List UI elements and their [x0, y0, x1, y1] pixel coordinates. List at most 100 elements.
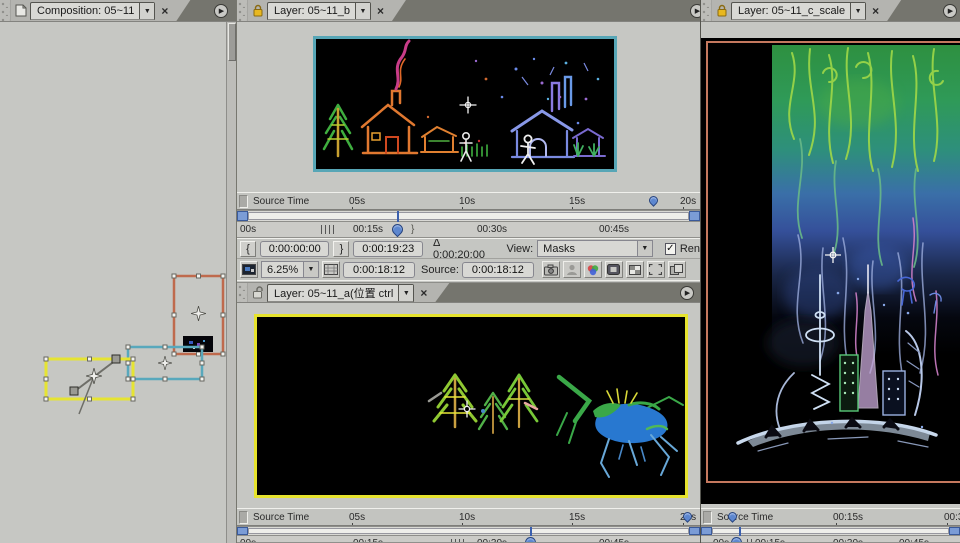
composition-page-icon [13, 4, 28, 18]
pixel-aspect-icon[interactable] [668, 261, 686, 278]
trees-grasshopper-art [257, 317, 685, 495]
panel-grip[interactable] [701, 0, 712, 21]
in-point-button[interactable]: { [240, 241, 256, 257]
tab-layer-a[interactable]: Layer: 05~11_a(位置 ctrl ▼ [267, 284, 414, 302]
out-point-button[interactable]: } [333, 241, 349, 257]
dropdown-arrow-icon[interactable]: ▼ [303, 262, 318, 277]
panel-menu-icon[interactable]: ▶ [680, 286, 694, 300]
nav-handle-right[interactable] [689, 527, 700, 535]
current-time-field[interactable]: 0:00:18:12 [343, 262, 415, 278]
timeline-label: 00:45s [599, 538, 629, 543]
layer-c-image[interactable] [706, 41, 960, 483]
current-time-pin[interactable] [390, 222, 406, 237]
magnification-dropdown[interactable]: 6.25% ▼ [261, 261, 319, 278]
work-area-end-icon[interactable]: } [411, 224, 414, 235]
layer-a-time-ruler[interactable]: Source Time 05s 10s 15s 20s [237, 508, 700, 526]
marker-ticks [451, 539, 464, 543]
colorspace-icon[interactable] [605, 261, 623, 278]
render-label: Ren [680, 243, 700, 255]
motion-path[interactable] [70, 355, 120, 414]
tab-close-icon[interactable]: × [155, 4, 174, 18]
layer-c-nav-bar[interactable] [701, 526, 960, 536]
out-time-field[interactable]: 0:00:19:23 [353, 241, 422, 257]
tab-well [435, 283, 700, 302]
tab-layer-b[interactable]: Layer: 05~11_b ▼ [267, 2, 371, 20]
nav-track[interactable] [248, 528, 689, 534]
layer-c-time-ruler[interactable]: Source Time 00:15s 00:3 [701, 508, 960, 526]
nav-handle-right[interactable] [689, 211, 700, 221]
scrollbar-thumb[interactable] [228, 23, 236, 61]
after-effects-workspace: Composition: 05~11 ▼ × ▶ [0, 0, 960, 543]
panel-menu-icon[interactable]: ▶ [690, 4, 700, 18]
layer-a-viewer[interactable] [237, 303, 700, 508]
region-of-interest-icon[interactable] [647, 261, 665, 278]
source-time-label: Source Time [717, 512, 773, 523]
comp-marker-icon[interactable] [647, 194, 660, 207]
timeline-label: 00:45s [599, 224, 629, 235]
tab-dropdown-icon[interactable]: ▼ [850, 3, 865, 19]
snapshot-camera-icon[interactable] [542, 261, 560, 278]
tab-dropdown-icon[interactable]: ▼ [355, 3, 370, 19]
nav-handle-left[interactable] [237, 211, 248, 221]
view-options-icon[interactable] [240, 261, 258, 278]
layer-b-nav-bar[interactable] [237, 210, 700, 222]
tab-close-icon[interactable]: × [371, 4, 390, 18]
ruler-grip[interactable] [239, 195, 248, 208]
tab-dropdown-icon[interactable]: ▼ [398, 285, 413, 301]
composition-viewer[interactable] [0, 22, 236, 543]
layer-a-image[interactable] [254, 314, 688, 498]
nav-track[interactable] [712, 528, 949, 534]
keyframe-box [112, 355, 120, 363]
ruler-tick: 00:15s [833, 512, 863, 523]
current-time-pin[interactable] [523, 536, 539, 543]
transparency-grid-icon[interactable] [626, 261, 644, 278]
right-panel: Layer: 05~11_c_scale ▼ × ▶ [700, 0, 960, 543]
current-time-pin[interactable] [729, 536, 745, 543]
tab-composition-label: Composition: 05~11 [37, 5, 139, 17]
grid-guides-icon[interactable] [322, 261, 340, 278]
tab-composition[interactable]: Composition: 05~11 ▼ [30, 2, 155, 20]
show-snapshot-icon[interactable] [563, 261, 581, 278]
panel-menu-icon[interactable]: ▶ [214, 4, 228, 18]
view-dropdown[interactable]: Masks ▼ [537, 240, 653, 257]
panel-grip[interactable] [0, 0, 11, 21]
tab-close-icon[interactable]: × [866, 4, 885, 18]
timeline-label: 00s [713, 538, 729, 543]
layer-c-viewer[interactable] [701, 22, 960, 508]
layer-b-viewer[interactable] [237, 22, 700, 192]
in-time-field[interactable]: 0:00:00:00 [260, 241, 329, 257]
layer-a-timeline[interactable]: 00s 00:15s 00:30s 00:45s [237, 536, 700, 543]
layer-a-nav-bar[interactable] [237, 526, 700, 536]
composition-vscrollbar[interactable] [226, 22, 236, 543]
panel-grip[interactable] [237, 283, 248, 302]
middle-panel: Layer: 05~11_b ▼ × ▶ [236, 0, 700, 543]
timeline-label: 00:15s [755, 538, 785, 543]
render-checkbox[interactable]: ✓ [665, 243, 676, 255]
panel-menu-icon[interactable]: ▶ [943, 4, 957, 18]
unlock-icon[interactable] [250, 286, 265, 300]
layer-b-timeline[interactable]: 00s 00:15s } 00:30s 00:45s [237, 222, 700, 238]
ruler-grip[interactable] [703, 511, 712, 524]
dropdown-arrow-icon[interactable]: ▼ [637, 241, 652, 256]
tab-layer-b-label: Layer: 05~11_b [274, 5, 355, 17]
nav-handle-left[interactable] [701, 527, 712, 535]
layer-c-tabbar: Layer: 05~11_c_scale ▼ × ▶ [701, 0, 960, 22]
nav-handle-right[interactable] [949, 527, 960, 535]
rgb-channels-icon[interactable] [584, 261, 602, 278]
layer-c-timeline[interactable]: 00s 00:15s 00:30s 00:45s [701, 536, 960, 543]
layer-b-image[interactable] [313, 36, 617, 172]
tab-dropdown-icon[interactable]: ▼ [139, 3, 154, 19]
tab-layer-a-label: Layer: 05~11_a(位置 ctrl [274, 285, 398, 301]
nav-handle-left[interactable] [237, 527, 248, 535]
layer-b-time-ruler[interactable]: Source Time 05s 10s 15s 20s [237, 192, 700, 210]
nav-track[interactable] [248, 212, 689, 220]
tab-layer-c[interactable]: Layer: 05~11_c_scale ▼ [731, 2, 866, 20]
timeline-label: 00s [240, 224, 256, 235]
duration-value: Δ 0:00:20:00 [433, 238, 489, 258]
tab-close-icon[interactable]: × [414, 286, 433, 300]
ruler-grip[interactable] [239, 511, 248, 524]
panel-grip[interactable] [237, 0, 248, 21]
source-time-field[interactable]: 0:00:18:12 [462, 262, 534, 278]
lock-icon[interactable] [250, 4, 265, 18]
lock-icon[interactable] [714, 4, 729, 18]
